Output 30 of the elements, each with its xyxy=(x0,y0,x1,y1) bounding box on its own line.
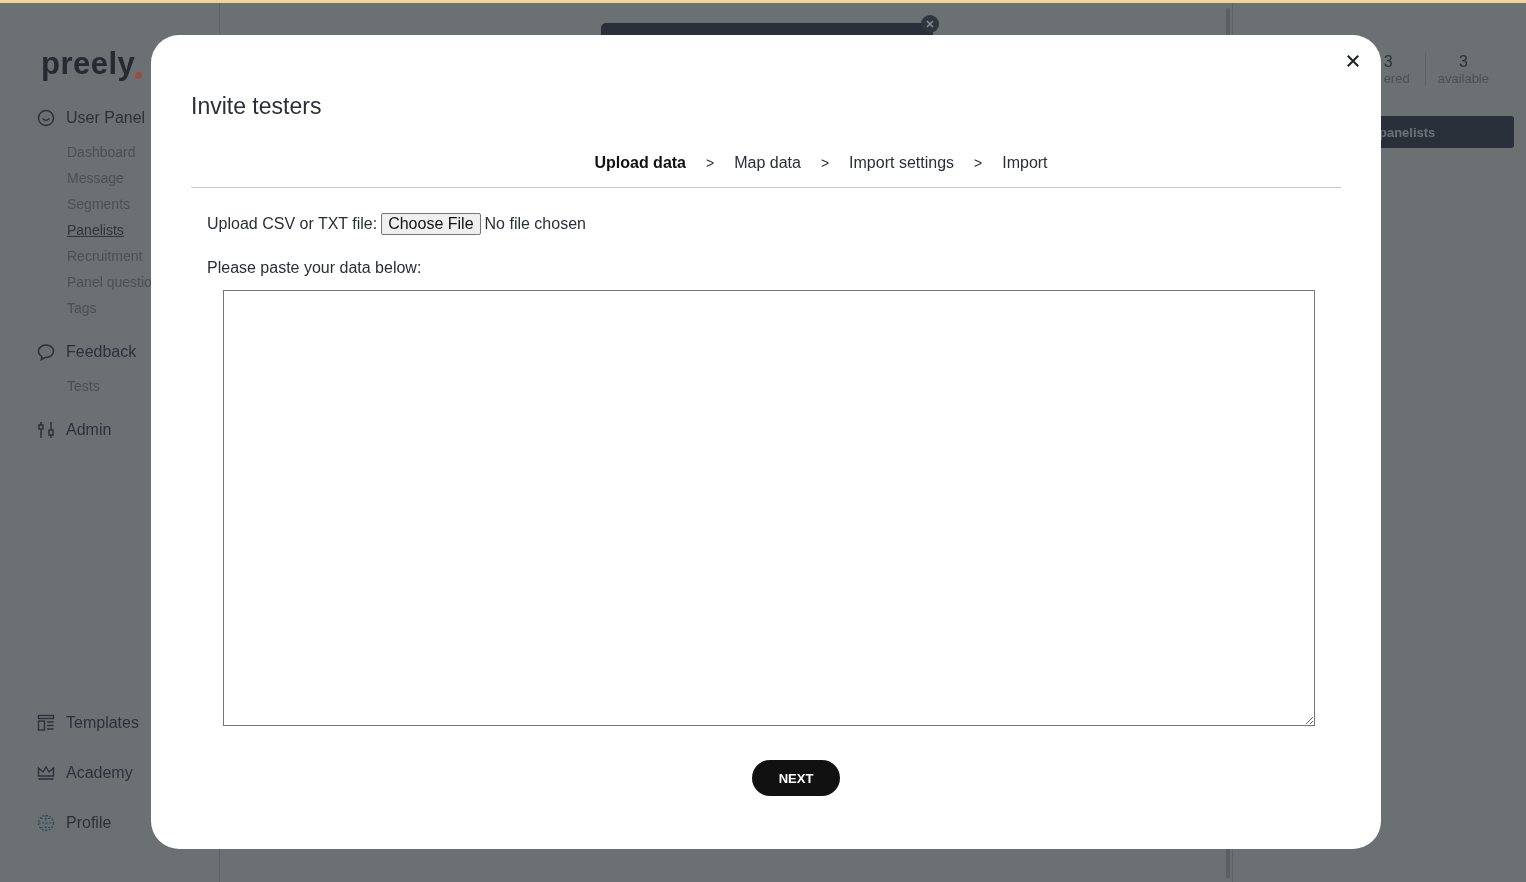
step-separator: > xyxy=(706,155,715,171)
sliders-icon xyxy=(37,421,55,439)
upload-label: Upload CSV or TXT file: xyxy=(207,215,378,233)
smiley-icon xyxy=(37,109,55,127)
section-heading[interactable]: Feedback xyxy=(66,343,137,361)
logo-dot-icon xyxy=(135,72,143,79)
template-icon xyxy=(37,714,55,732)
stat-value: 3 xyxy=(1383,53,1393,71)
step-tab[interactable]: Import settings xyxy=(849,154,955,172)
step-separator: > xyxy=(820,155,830,171)
sidebar-link[interactable]: Templates xyxy=(66,714,139,732)
globe-icon xyxy=(37,814,55,832)
dialog-title: Invite testers xyxy=(191,92,323,121)
stat-value: 3 xyxy=(1458,53,1468,71)
sidebar-link[interactable]: Academy xyxy=(66,764,133,782)
step-tab[interactable]: Upload data xyxy=(594,154,686,172)
choose-file-button[interactable]: Choose File xyxy=(381,213,481,235)
section-heading[interactable]: User Panel xyxy=(66,109,146,127)
paste-label: Please paste your data below: xyxy=(207,259,423,277)
step-tab[interactable]: Map data xyxy=(734,154,801,172)
file-status: No file chosen xyxy=(484,215,586,233)
section-heading[interactable]: Admin xyxy=(66,421,112,439)
step-tab[interactable]: Import xyxy=(1002,154,1048,172)
crown-icon xyxy=(37,764,55,782)
sidebar-link[interactable]: Profile xyxy=(66,814,112,832)
step-separator: > xyxy=(974,155,983,171)
next-button[interactable]: NEXT xyxy=(752,760,840,796)
speech-bubble-icon xyxy=(37,343,55,361)
logo-text: preely xyxy=(41,48,136,79)
close-icon[interactable] xyxy=(1346,54,1360,68)
